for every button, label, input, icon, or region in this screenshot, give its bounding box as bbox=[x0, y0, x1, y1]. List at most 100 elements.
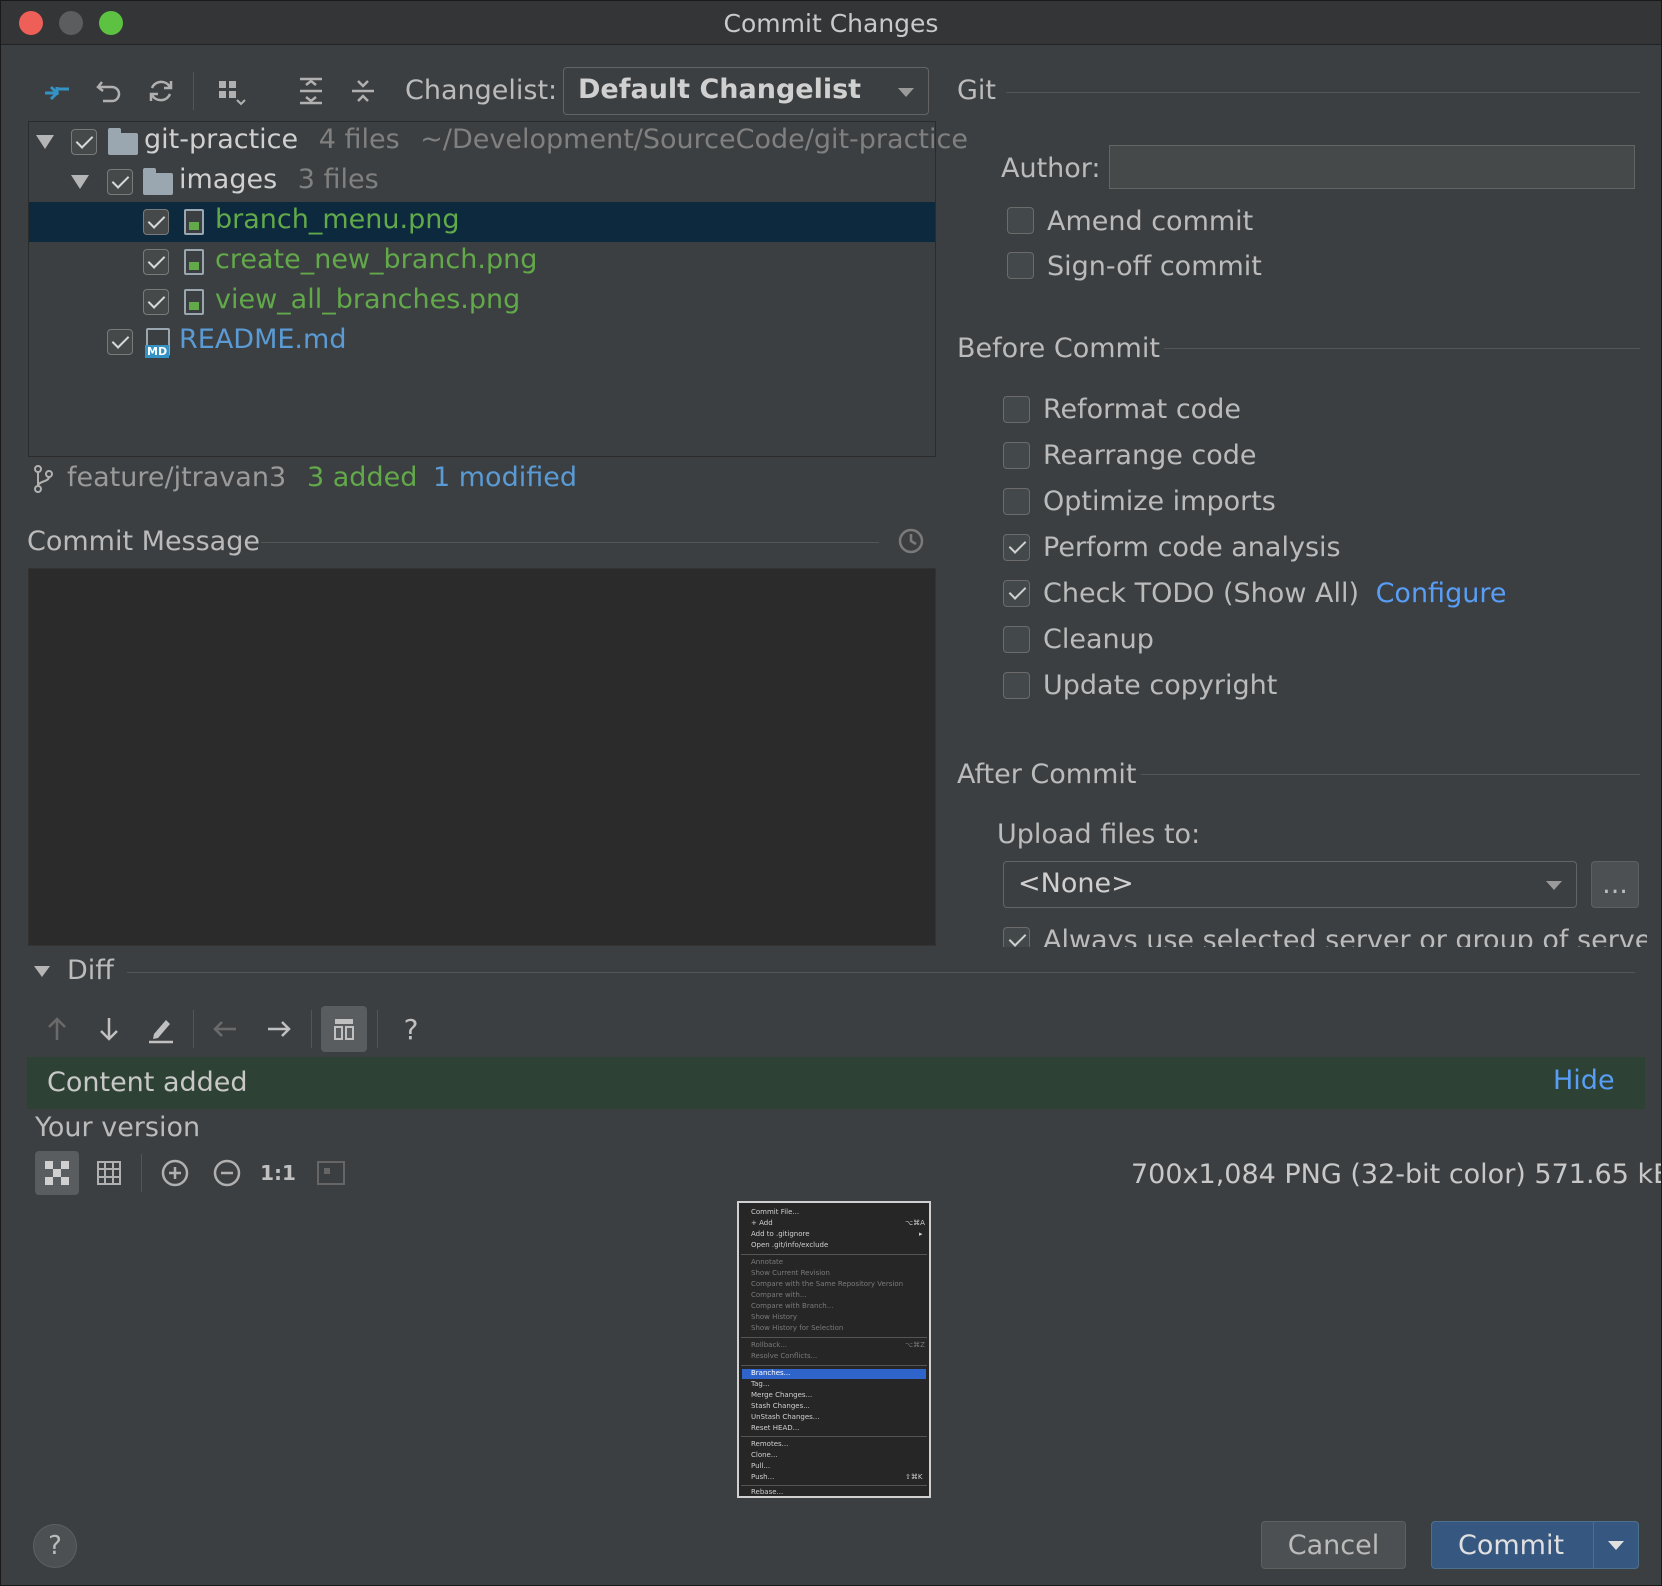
expand-all-icon[interactable] bbox=[293, 73, 329, 109]
file-checkbox[interactable] bbox=[143, 289, 169, 315]
file-checkbox[interactable] bbox=[143, 209, 169, 235]
refresh-icon[interactable] bbox=[143, 73, 179, 109]
forward-icon[interactable] bbox=[261, 1011, 297, 1047]
commit-button[interactable]: Commit bbox=[1431, 1521, 1639, 1569]
preview-menu-item: Rebase... bbox=[751, 1488, 784, 1496]
always-use-clip: Always use selected server or group of s… bbox=[957, 923, 1647, 947]
expand-triangle-icon[interactable] bbox=[36, 135, 54, 149]
cancel-button[interactable]: Cancel bbox=[1261, 1521, 1406, 1569]
amend-commit-checkbox[interactable] bbox=[1007, 207, 1034, 234]
commit-button-label: Commit bbox=[1457, 1529, 1565, 1561]
update-copyright-checkbox[interactable] bbox=[1003, 672, 1030, 699]
group-by-icon[interactable] bbox=[213, 73, 249, 109]
root-path: ~/Development/SourceCode/git-practice bbox=[420, 124, 968, 155]
root-count: 4 files bbox=[318, 124, 400, 155]
tree-row-file[interactable]: view_all_branches.png bbox=[29, 282, 935, 322]
folder-label: images 3 files bbox=[179, 164, 379, 195]
tree-row-root[interactable]: git-practice 4 files ~/Development/Sourc… bbox=[29, 122, 968, 162]
configure-link[interactable]: Configure bbox=[1376, 578, 1507, 609]
preview-menu-item: Annotate bbox=[751, 1258, 784, 1266]
preview-menu-item: Resolve Conflicts... bbox=[751, 1352, 818, 1360]
preview-menu-item: Remotes... bbox=[751, 1440, 789, 1448]
tree-row-folder[interactable]: images 3 files bbox=[29, 162, 935, 202]
changelist-select[interactable]: Default Changelist bbox=[563, 67, 929, 115]
changes-tree: git-practice 4 files ~/Development/Sourc… bbox=[28, 121, 968, 457]
always-use-server-label: Always use selected server or group of s… bbox=[1043, 925, 1647, 947]
cleanup-checkbox[interactable] bbox=[1003, 626, 1030, 653]
image-file-icon bbox=[184, 209, 204, 235]
tree-row-readme[interactable]: MD README.md bbox=[29, 322, 935, 362]
diff-section-title: Diff bbox=[67, 955, 114, 986]
commit-message-input[interactable] bbox=[28, 568, 936, 946]
upload-server-select[interactable]: <None> bbox=[1003, 861, 1577, 908]
preview-menu-item: UnStash Changes... bbox=[751, 1413, 820, 1421]
modified-count: 1 modified bbox=[433, 462, 577, 493]
history-clock-icon[interactable] bbox=[895, 525, 927, 557]
back-icon[interactable] bbox=[207, 1011, 243, 1047]
preview-separator bbox=[741, 1485, 927, 1486]
perform-code-analysis-checkbox[interactable] bbox=[1003, 534, 1030, 561]
preview-menu-item: Show History for Selection bbox=[751, 1324, 844, 1332]
fit-icon[interactable] bbox=[313, 1151, 349, 1195]
readme-name: README.md bbox=[179, 324, 347, 355]
preview-shortcut: ▸ bbox=[919, 1230, 923, 1238]
rollback-icon[interactable] bbox=[91, 73, 127, 109]
preview-shortcut: ⇧⌘K bbox=[905, 1473, 923, 1481]
title-bar: Commit Changes bbox=[1, 1, 1661, 45]
browse-servers-button[interactable]: ... bbox=[1591, 861, 1639, 908]
preview-menu-item: Clone... bbox=[751, 1451, 778, 1459]
actual-size-icon[interactable]: 1:1 bbox=[259, 1151, 297, 1195]
folder-checkbox[interactable] bbox=[107, 169, 133, 195]
upload-files-label: Upload files to: bbox=[997, 819, 1201, 850]
chevron-down-icon bbox=[898, 88, 914, 97]
image-info: 700x1,084 PNG (32-bit color) 571.65 kB bbox=[1131, 1159, 1662, 1190]
zoom-in-icon[interactable] bbox=[157, 1151, 193, 1195]
window-title: Commit Changes bbox=[723, 9, 939, 38]
help-icon[interactable]: ? bbox=[393, 1011, 429, 1047]
always-use-server-checkbox[interactable] bbox=[1003, 927, 1030, 947]
next-diff-icon[interactable] bbox=[93, 1011, 125, 1047]
diff-arrows-icon[interactable] bbox=[39, 73, 75, 109]
zoom-out-icon[interactable] bbox=[209, 1151, 245, 1195]
root-checkbox[interactable] bbox=[71, 129, 97, 155]
signoff-commit-checkbox[interactable] bbox=[1007, 252, 1034, 279]
divider bbox=[1141, 774, 1640, 775]
branch-name: feature/jtravan3 bbox=[67, 462, 287, 493]
preview-menu-item: Pull... bbox=[751, 1462, 771, 1470]
root-name: git-practice bbox=[144, 124, 299, 155]
dialog-help-button[interactable]: ? bbox=[33, 1524, 77, 1568]
edit-icon[interactable] bbox=[143, 1011, 179, 1047]
file-checkbox[interactable] bbox=[143, 249, 169, 275]
tree-row-file[interactable]: branch_menu.png bbox=[29, 202, 935, 242]
grid-icon[interactable] bbox=[91, 1151, 127, 1195]
prev-diff-icon[interactable] bbox=[41, 1011, 73, 1047]
cleanup-label: Cleanup bbox=[1043, 624, 1154, 655]
hide-link[interactable]: Hide bbox=[1553, 1065, 1615, 1096]
expand-triangle-icon[interactable] bbox=[71, 175, 89, 189]
commit-options-chevron-icon[interactable] bbox=[1608, 1541, 1624, 1550]
collapse-diff-icon[interactable] bbox=[34, 966, 50, 977]
collapse-all-icon[interactable] bbox=[345, 73, 381, 109]
tree-row-file[interactable]: create_new_branch.png bbox=[29, 242, 935, 282]
toolbar-separator bbox=[311, 1010, 312, 1048]
after-commit-title: After Commit bbox=[957, 759, 1137, 790]
file-name: branch_menu.png bbox=[215, 204, 460, 235]
settings-icon[interactable] bbox=[321, 1006, 367, 1052]
author-input[interactable] bbox=[1109, 145, 1635, 189]
preview-menu-item: Branches... bbox=[751, 1369, 791, 1377]
reformat-code-checkbox[interactable] bbox=[1003, 396, 1030, 423]
preview-menu-item: Tag... bbox=[751, 1380, 770, 1388]
preview-menu-item: Reset HEAD... bbox=[751, 1424, 800, 1432]
toolbar-separator bbox=[377, 1010, 378, 1048]
optimize-imports-checkbox[interactable] bbox=[1003, 488, 1030, 515]
readme-checkbox[interactable] bbox=[107, 329, 133, 355]
rearrange-code-checkbox[interactable] bbox=[1003, 442, 1030, 469]
divider bbox=[127, 972, 1635, 973]
check-todo-checkbox[interactable] bbox=[1003, 580, 1030, 607]
update-copyright-label: Update copyright bbox=[1043, 670, 1278, 701]
preview-menu-item: Compare with the Same Repository Version bbox=[751, 1280, 904, 1288]
toolbar-separator bbox=[193, 1010, 194, 1048]
image-file-icon bbox=[184, 289, 204, 315]
chessboard-icon[interactable] bbox=[35, 1151, 79, 1195]
preview-separator bbox=[741, 1254, 927, 1255]
